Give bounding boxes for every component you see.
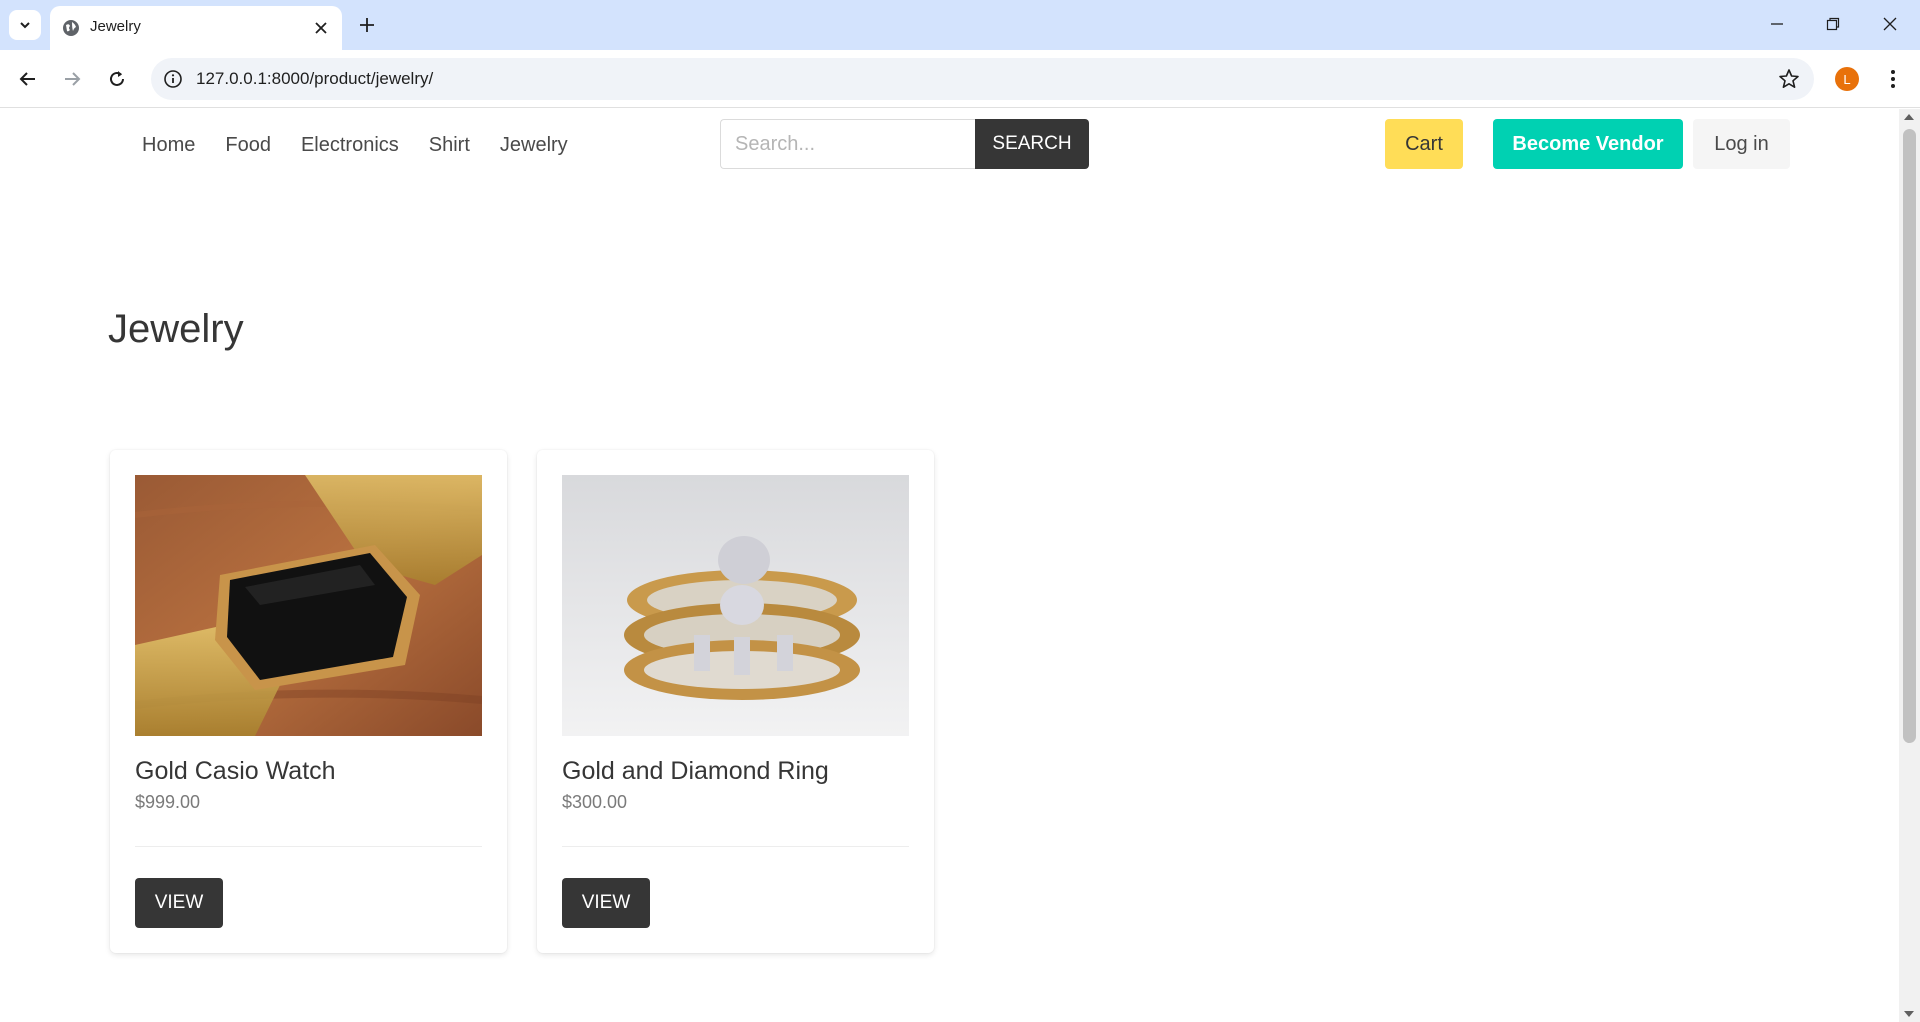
star-icon[interactable] [1778,68,1800,90]
page-scrollbar[interactable] [1899,109,1920,1022]
restore-button[interactable] [1813,6,1853,42]
tab-title: Jewelry [90,18,141,35]
nav-links: Home Food Electronics Shirt Jewelry [127,109,583,181]
product-price: $300.00 [562,792,628,812]
product-card: Gold Casio Watch $999.00 VIEW [110,450,507,953]
restore-icon [1826,17,1840,31]
product-name: Gold Casio Watch [135,757,336,785]
cart-button[interactable]: Cart [1385,119,1463,169]
product-image-watch[interactable] [135,475,482,736]
nav-link-shirt[interactable]: Shirt [414,134,485,157]
card-divider [135,846,482,847]
browser-tab-bar: Jewelry [0,0,1920,50]
login-button[interactable]: Log in [1693,119,1790,169]
page-viewport: Home Food Electronics Shirt Jewelry SEAR… [0,109,1899,1022]
search-input[interactable] [720,119,975,169]
close-window-button[interactable] [1870,6,1910,42]
forward-button[interactable] [56,63,88,95]
plus-icon [360,18,374,32]
globe-icon [63,20,79,36]
ring-photo [562,475,909,736]
chevron-down-icon [20,22,30,29]
tab-close-button[interactable] [310,17,332,39]
product-price: $999.00 [135,792,201,812]
address-bar[interactable]: 127.0.0.1:8000/product/jewelry/ [151,58,1814,100]
more-vertical-icon [1891,70,1895,88]
scroll-up-arrow[interactable] [1904,114,1914,120]
nav-link-electronics[interactable]: Electronics [286,134,414,157]
tab-search-button[interactable] [9,10,41,40]
nav-link-home[interactable]: Home [127,134,210,157]
back-button[interactable] [12,63,44,95]
browser-tab-active[interactable]: Jewelry [50,6,342,50]
close-icon [315,22,327,34]
new-tab-button[interactable] [352,10,382,40]
profile-avatar[interactable]: L [1835,67,1859,91]
watch-photo [135,475,482,736]
browser-menu-button[interactable] [1878,64,1908,94]
info-icon[interactable] [163,69,183,89]
nav-link-jewelry[interactable]: Jewelry [485,134,583,157]
search-button[interactable]: SEARCH [975,119,1089,169]
browser-toolbar: 127.0.0.1:8000/product/jewelry/ L [0,50,1920,108]
view-button[interactable]: VIEW [562,878,650,928]
scroll-thumb[interactable] [1903,129,1916,743]
scroll-down-arrow[interactable] [1904,1011,1914,1017]
close-icon [1883,17,1897,31]
page-title: Jewelry [108,307,244,351]
reload-button[interactable] [101,63,133,95]
arrow-right-icon [65,72,81,86]
product-name: Gold and Diamond Ring [562,757,829,785]
become-vendor-button[interactable]: Become Vendor [1493,119,1683,169]
minimize-button[interactable] [1757,6,1797,42]
search-form: SEARCH [720,119,1089,169]
view-button[interactable]: VIEW [135,878,223,928]
reload-icon [110,71,124,86]
arrow-left-icon [19,72,35,86]
product-card: Gold and Diamond Ring $300.00 VIEW [537,450,934,953]
url-text[interactable]: 127.0.0.1:8000/product/jewelry/ [196,69,433,89]
card-divider [562,846,909,847]
site-navbar: Home Food Electronics Shirt Jewelry SEAR… [0,109,1899,181]
nav-link-food[interactable]: Food [210,134,286,157]
product-image-ring[interactable] [562,475,909,736]
minimize-icon [1771,23,1783,25]
